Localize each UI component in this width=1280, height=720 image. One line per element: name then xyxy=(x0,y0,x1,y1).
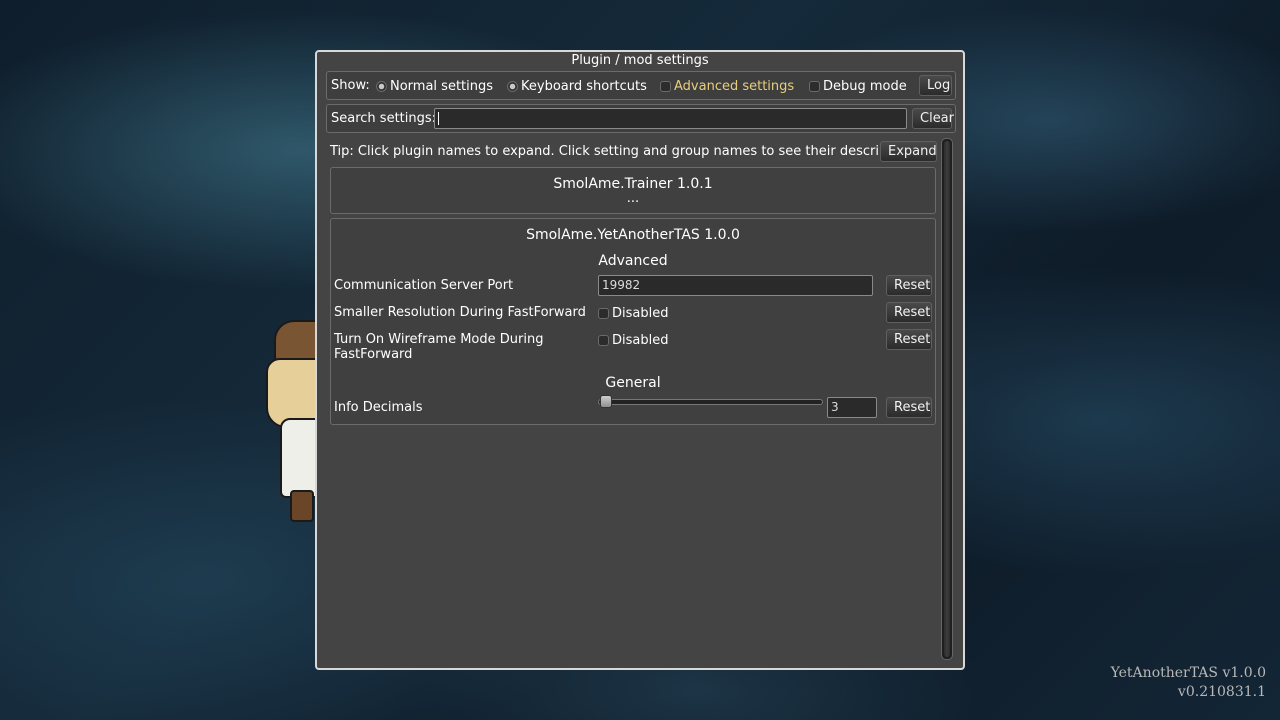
section-title-general[interactable]: General xyxy=(331,374,935,392)
checkbox-icon xyxy=(598,334,609,346)
advanced-settings-label: Advanced settings xyxy=(674,78,795,94)
reset-button[interactable]: Reset xyxy=(886,397,932,418)
collapsed-marker: ... xyxy=(626,191,640,206)
search-label: Search settings: xyxy=(331,111,437,126)
reset-button[interactable]: Reset xyxy=(886,329,932,350)
checkbox-icon xyxy=(809,80,820,92)
log-button[interactable]: Log xyxy=(919,75,952,96)
show-bar: Show: Normal settings Keyboard shortcuts… xyxy=(326,71,956,100)
reset-button[interactable]: Reset xyxy=(886,302,932,323)
character-legs xyxy=(290,490,314,522)
search-input[interactable] xyxy=(434,108,907,129)
radio-on-icon xyxy=(376,80,387,92)
debug-mode-toggle[interactable]: Debug mode xyxy=(809,78,907,94)
setting-name[interactable]: Info Decimals xyxy=(334,400,423,416)
section-title-advanced[interactable]: Advanced xyxy=(331,252,935,270)
normal-settings-toggle[interactable]: Normal settings xyxy=(376,78,493,94)
search-bar: Search settings: Clear xyxy=(326,104,956,133)
debug-mode-label: Debug mode xyxy=(823,78,907,94)
tip-text: Tip: Click plugin names to expand. Click… xyxy=(330,144,924,159)
setting-name[interactable]: Communication Server Port xyxy=(334,278,513,294)
clear-button[interactable]: Clear xyxy=(912,108,954,129)
port-input[interactable]: 19982 xyxy=(598,275,873,296)
keyboard-shortcuts-toggle[interactable]: Keyboard shortcuts xyxy=(507,78,647,94)
reset-button[interactable]: Reset xyxy=(886,275,932,296)
show-label: Show: xyxy=(331,78,370,93)
setting-name-line-2[interactable]: FastForward xyxy=(334,347,412,363)
character-body xyxy=(280,418,320,498)
setting-name-line-1[interactable]: Turn On Wireframe Mode During xyxy=(334,332,543,348)
text-caret xyxy=(438,112,439,125)
plugin-panel-yetanothertas: SmolAme.YetAnotherTAS 1.0.0 Advanced Com… xyxy=(330,218,936,425)
toggle-label: Disabled xyxy=(612,332,669,348)
expand-button[interactable]: Expand xyxy=(880,141,937,162)
window-title: Plugin / mod settings xyxy=(571,53,709,68)
keyboard-shortcuts-label: Keyboard shortcuts xyxy=(521,78,647,94)
wireframe-toggle[interactable]: Disabled xyxy=(598,332,668,348)
plugin-panel-trainer[interactable]: SmolAme.Trainer 1.0.1 ... xyxy=(330,167,936,214)
settings-window: Plugin / mod settings Show: Normal setti… xyxy=(315,50,965,670)
scrollbar-thumb[interactable] xyxy=(944,141,950,657)
version-watermark: YetAnotherTAS v1.0.0 v0.210831.1 xyxy=(1111,664,1266,702)
normal-settings-label: Normal settings xyxy=(390,78,494,94)
checkbox-icon xyxy=(660,80,671,92)
checkbox-icon xyxy=(598,307,609,319)
radio-on-icon xyxy=(507,80,518,92)
setting-name[interactable]: Smaller Resolution During FastForward xyxy=(334,305,586,321)
plugin-name[interactable]: SmolAme.YetAnotherTAS 1.0.0 xyxy=(331,226,935,244)
info-decimals-slider[interactable] xyxy=(598,395,823,408)
watermark-line-2: v0.210831.1 xyxy=(1177,684,1266,700)
watermark-line-1: YetAnotherTAS v1.0.0 xyxy=(1110,665,1266,681)
vertical-scrollbar[interactable] xyxy=(941,138,953,660)
smaller-resolution-toggle[interactable]: Disabled xyxy=(598,305,668,321)
slider-thumb[interactable] xyxy=(599,395,612,408)
info-decimals-input[interactable]: 3 xyxy=(827,397,877,418)
background-character xyxy=(262,318,322,528)
advanced-settings-toggle[interactable]: Advanced settings xyxy=(660,78,794,94)
toggle-label: Disabled xyxy=(612,305,669,321)
